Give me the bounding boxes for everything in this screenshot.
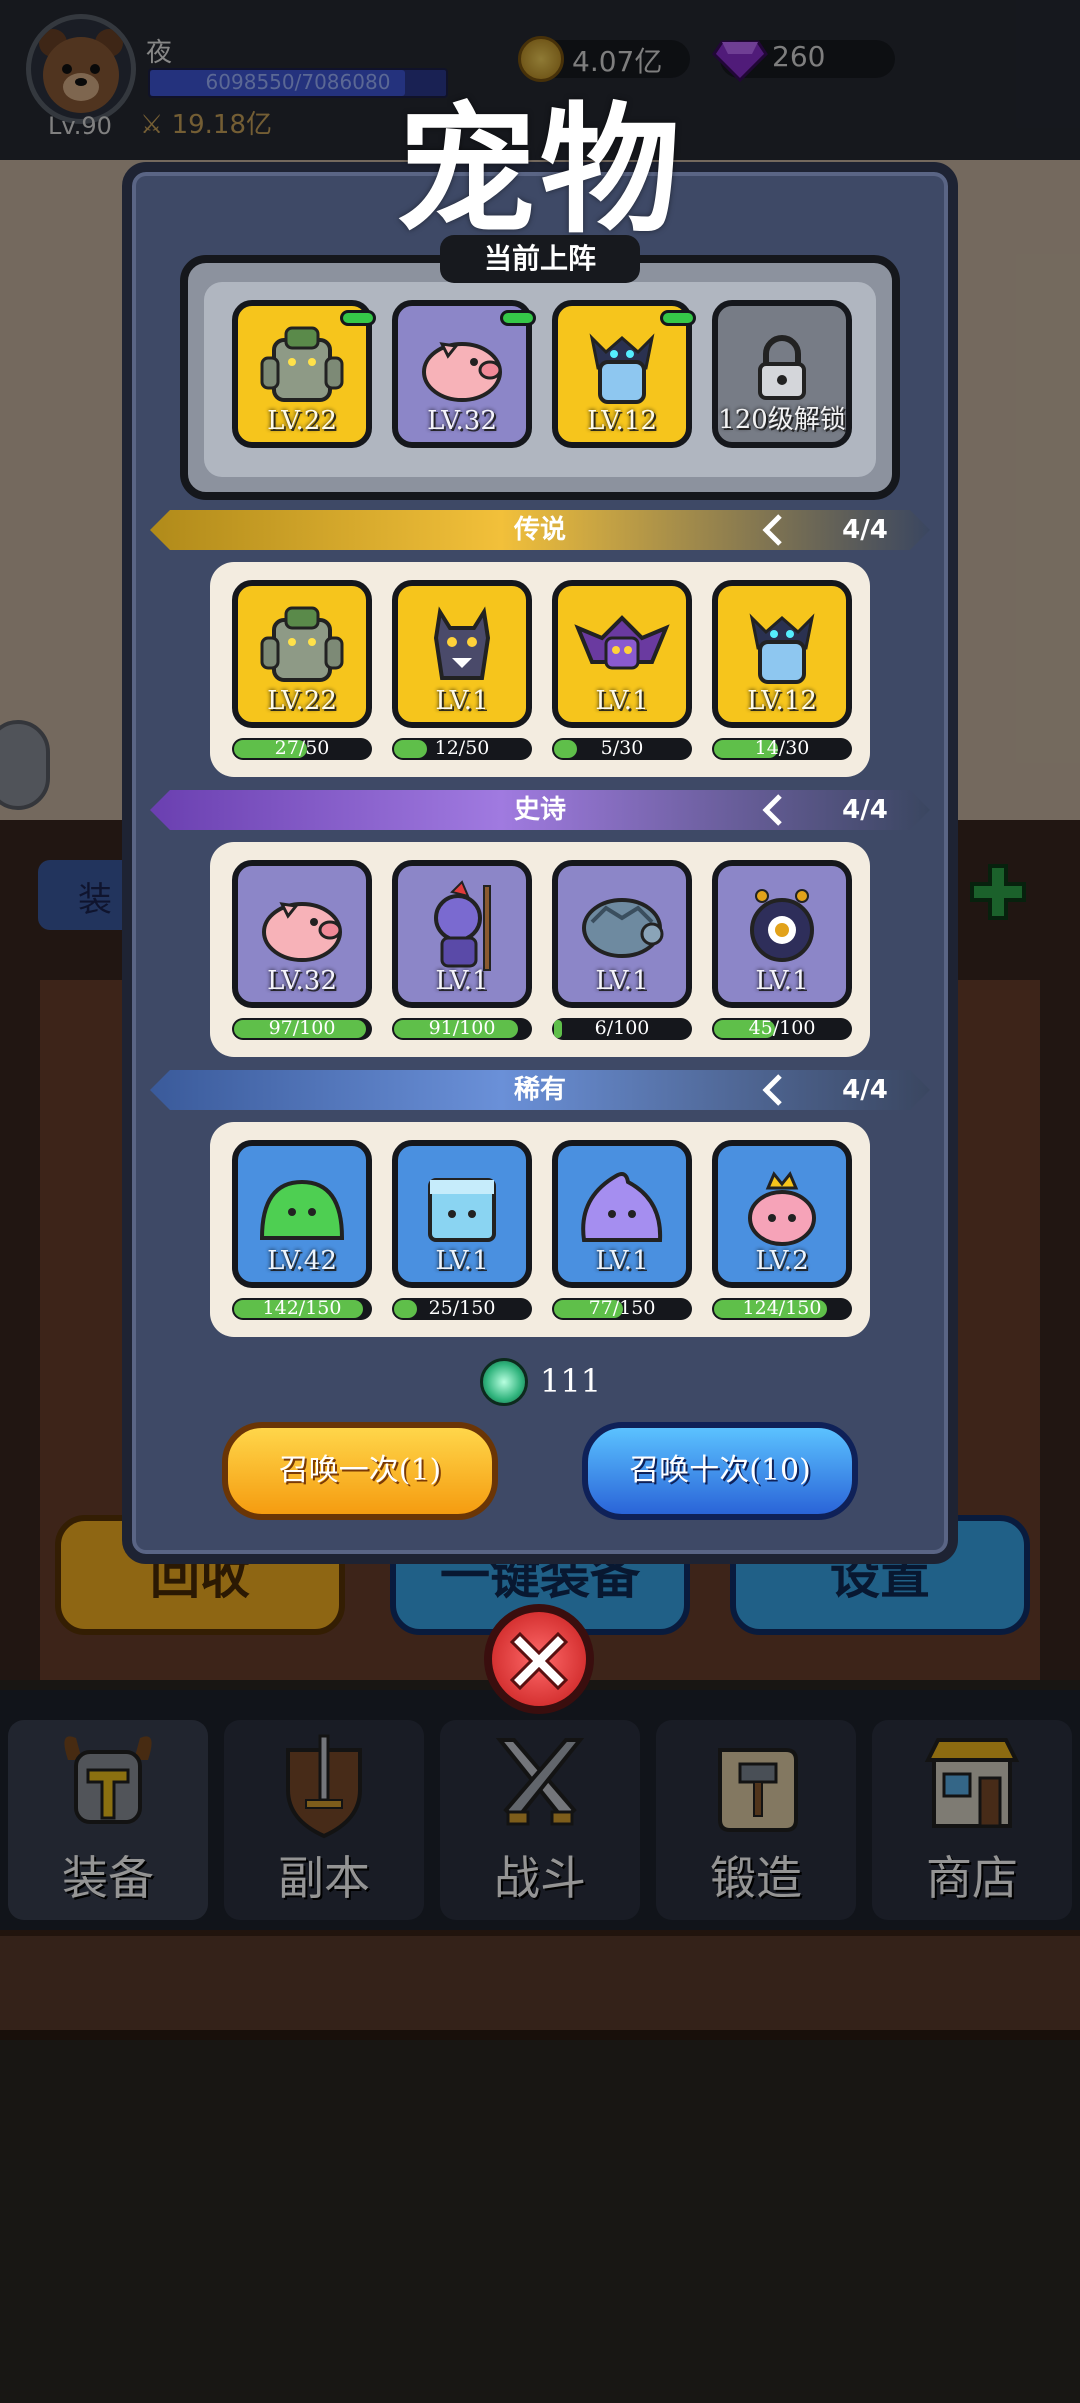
progress-text: 124/150 [742,1298,822,1319]
pet-level: LV.42 [267,1246,337,1276]
pet-progress-bar: 91/100 [392,1018,532,1040]
pet-card[interactable]: LV.12 [712,580,852,728]
pet-level: LV.1 [755,966,809,996]
pet-card[interactable]: LV.32 [232,860,372,1008]
pet-progress-bar: 12/50 [392,738,532,760]
pet-card[interactable]: LV.1 [392,580,532,728]
pet-level: LV.1 [595,966,649,996]
equipped-badge [660,310,696,326]
purple-slime-icon [581,1172,663,1242]
pet-progress-bar: 97/100 [232,1018,372,1040]
pet-level: LV.32 [427,406,497,436]
green-slime-icon [259,1179,345,1240]
collection-count: 4/4 [842,1075,888,1105]
rarity-name: 稀有 [513,1075,566,1105]
pet-progress-bar: 27/50 [232,738,372,760]
equipped-badge [340,310,376,326]
pig-icon [262,902,342,962]
pet-progress-bar: 25/150 [392,1298,532,1320]
ice-cube-icon [428,1178,496,1242]
pet-progress-bar: 5/30 [552,738,692,760]
progress-text: 91/100 [428,1018,496,1039]
chevron-left-icon[interactable] [758,512,788,548]
pet-card[interactable]: LV.1 [552,1140,692,1288]
werewolf-icon [433,606,491,680]
rarity-banner: 稀有 4/4 [150,1070,930,1110]
pet-level: LV.12 [587,406,657,436]
pet-level: LV.12 [747,686,817,716]
pet-progress-bar: 142/150 [232,1298,372,1320]
pet-level: LV.1 [595,686,649,716]
pet-level: LV.1 [435,686,489,716]
progress-text: 77/150 [588,1298,656,1319]
pet-level: LV.2 [755,1246,809,1276]
close-button[interactable] [484,1604,594,1714]
equipped-badge [500,310,536,326]
ice-knight-icon [749,613,815,684]
progress-text: 25/150 [428,1298,496,1319]
rock-turtle-icon [582,898,664,958]
pet-level: LV.32 [267,966,337,996]
rarity-banner: 传说 4/4 [150,510,930,550]
pet-card[interactable]: LV.1 [712,860,852,1008]
progress-text: 97/100 [268,1018,336,1039]
team-slot-locked[interactable]: 120级解锁 [712,300,852,448]
pet-card[interactable]: LV.1 [552,860,692,1008]
summon-ten-button[interactable]: 召唤十次(10) [582,1422,858,1520]
progress-text: 14/30 [754,738,810,759]
close-icon [509,1631,569,1691]
pet-card[interactable]: LV.1 [392,860,532,1008]
pet-level: LV.1 [595,1246,649,1276]
bat-demon-icon [574,615,670,670]
stone-golem-icon [260,606,344,682]
stone-golem-icon [260,326,344,402]
pet-card[interactable]: LV.2 [712,1140,852,1288]
pet-progress-bar: 124/150 [712,1298,852,1320]
summon-once-button[interactable]: 召唤一次(1) [222,1422,498,1520]
eye-beholder-icon [750,889,814,962]
summon-crystal-icon [480,1358,528,1406]
progress-text: 5/30 [600,738,644,759]
collection-count: 4/4 [842,795,888,825]
pink-crown-slime-icon [748,1171,816,1246]
pet-level: LV.1 [435,966,489,996]
progress-text: 142/150 [262,1298,342,1319]
pet-level: LV.1 [435,1246,489,1276]
goblin-spear-icon [434,880,491,971]
ice-knight-icon [589,333,655,404]
chevron-left-icon[interactable] [758,792,788,828]
collection-count: 4/4 [842,515,888,545]
pet-card[interactable]: LV.22 [232,580,372,728]
progress-text: 27/50 [274,738,330,759]
pet-progress-bar: 6/100 [552,1018,692,1040]
pet-card[interactable]: LV.1 [392,1140,532,1288]
pig-icon [422,342,502,402]
chevron-left-icon[interactable] [758,1072,788,1108]
crystal-count: 111 [540,1362,602,1400]
rarity-name: 史诗 [513,795,566,825]
pet-level: 120级解锁 [718,405,846,435]
pet-progress-bar: 77/150 [552,1298,692,1320]
pet-card[interactable]: LV.42 [232,1140,372,1288]
progress-text: 12/50 [434,738,490,759]
pet-card[interactable]: LV.1 [552,580,692,728]
pet-progress-bar: 45/100 [712,1018,852,1040]
rarity-banner: 史诗 4/4 [150,790,930,830]
pet-level: LV.22 [267,686,337,716]
dialog-title: 宠物 [395,90,684,253]
progress-text: 45/100 [748,1018,816,1039]
pet-progress-bar: 14/30 [712,738,852,760]
rarity-name: 传说 [513,515,566,545]
pet-level: LV.22 [267,406,337,436]
progress-text: 6/100 [594,1018,650,1039]
